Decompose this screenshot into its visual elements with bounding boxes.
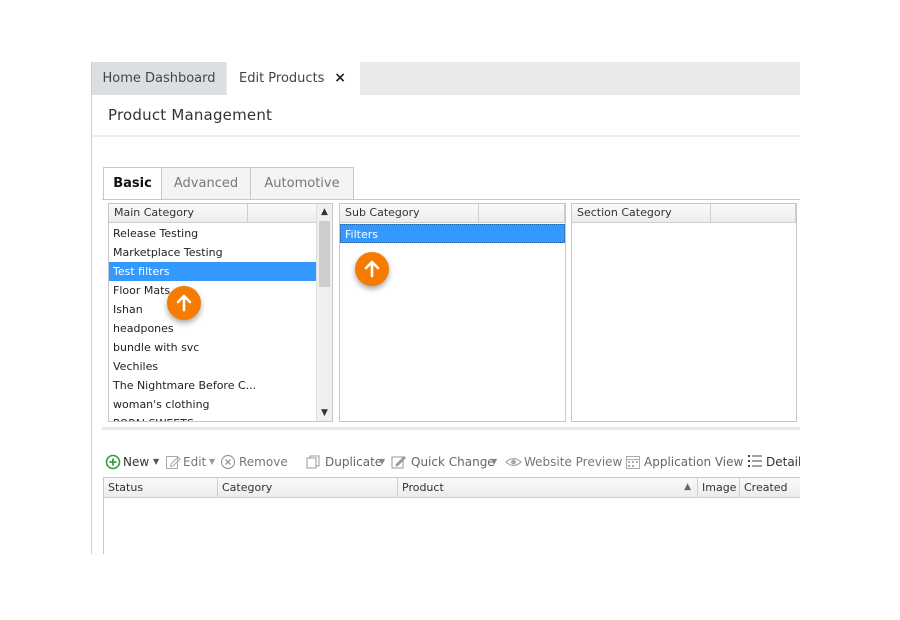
main-category-list[interactable]: Main Category Release Testing Marketplac… — [108, 203, 333, 422]
main-category-scrollbar[interactable]: ▲ ▼ — [316, 204, 332, 421]
list-item[interactable]: Marketplace Testing — [109, 243, 317, 262]
sort-ascending-icon: ▲ — [684, 482, 691, 492]
list-item[interactable]: The Nightmare Before C... — [109, 376, 317, 395]
column-header-created[interactable]: Created — [740, 478, 800, 498]
list-item-selected[interactable]: Test filters — [109, 262, 317, 281]
column-header-category[interactable]: Category — [218, 478, 398, 498]
new-button[interactable]: New ▼ — [105, 452, 163, 472]
list-item[interactable]: Floor Mats — [109, 281, 317, 300]
chevron-down-icon: ▼ — [491, 457, 498, 466]
chevron-down-icon: ▼ — [379, 457, 386, 466]
remove-circle-icon — [220, 454, 236, 470]
list-item[interactable]: bundle with svc — [109, 338, 317, 357]
column-header-blank[interactable] — [711, 204, 796, 223]
tab-edit-products[interactable]: Edit Products × — [227, 62, 360, 95]
column-header-blank[interactable] — [248, 204, 317, 223]
product-grid[interactable]: Status Category Product ▲ Image Created — [103, 477, 800, 554]
sub-category-column-header[interactable]: Sub Category — [340, 204, 479, 223]
chevron-down-icon: ▼ — [209, 457, 216, 466]
list-item[interactable]: Ishan — [109, 300, 317, 319]
edit-button[interactable]: Edit ▼ — [165, 452, 217, 472]
main-category-column-header[interactable]: Main Category — [109, 204, 248, 223]
section-category-list[interactable]: Section Category — [571, 203, 797, 422]
edit-button-label: Edit — [183, 455, 207, 469]
list-item[interactable]: POPAI SWEETS — [109, 414, 317, 421]
quick-change-button[interactable]: Quick Change ▼ — [391, 452, 501, 472]
duplicate-icon — [306, 455, 320, 469]
website-preview-label: Website Preview — [524, 455, 623, 469]
arrow-up-icon[interactable] — [167, 286, 201, 320]
sub-category-list[interactable]: Sub Category Filters — [339, 203, 566, 422]
list-icon — [748, 455, 762, 467]
section-category-header: Section Category — [572, 204, 796, 223]
tab-automotive[interactable]: Automotive — [250, 167, 354, 199]
column-header-product[interactable]: Product ▲ — [398, 478, 698, 498]
eye-icon — [505, 457, 522, 467]
main-category-header: Main Category — [109, 204, 332, 223]
chevron-down-icon: ▼ — [153, 457, 160, 466]
application-view-label: Application View — [644, 455, 744, 469]
plus-circle-icon — [105, 454, 121, 470]
column-header-blank[interactable] — [479, 204, 565, 223]
tab-edit-products-label: Edit Products — [239, 71, 325, 86]
arrow-up-icon[interactable] — [355, 252, 389, 286]
duplicate-button-label: Duplicate — [325, 455, 383, 469]
list-item-selected[interactable]: Filters — [340, 224, 565, 243]
column-header-image[interactable]: Image — [698, 478, 740, 498]
tab-advanced[interactable]: Advanced — [161, 167, 251, 199]
list-item[interactable]: woman's clothing — [109, 395, 317, 414]
list-item[interactable]: Release Testing — [109, 224, 317, 243]
tab-basic[interactable]: Basic — [103, 167, 162, 200]
list-item[interactable]: headpones — [109, 319, 317, 338]
document-tab-strip: Home Dashboard Edit Products × — [92, 62, 800, 95]
close-icon[interactable]: × — [334, 62, 346, 95]
details-button[interactable]: Details — [748, 452, 800, 472]
edit-icon — [166, 456, 181, 469]
sub-category-header: Sub Category — [340, 204, 565, 223]
title-divider — [92, 135, 800, 137]
new-button-label: New — [123, 455, 150, 469]
remove-button-label: Remove — [239, 455, 288, 469]
website-preview-button[interactable]: Website Preview — [505, 452, 622, 472]
section-divider — [102, 427, 800, 430]
quick-change-button-label: Quick Change — [411, 455, 495, 469]
duplicate-button[interactable]: Duplicate ▼ — [305, 452, 385, 472]
details-button-label: Details — [766, 455, 800, 469]
app-window: Home Dashboard Edit Products × Product M… — [91, 62, 800, 554]
column-header-status[interactable]: Status — [104, 478, 218, 498]
section-category-column-header[interactable]: Section Category — [572, 204, 711, 223]
calendar-icon — [626, 456, 640, 469]
scroll-up-icon[interactable]: ▲ — [317, 204, 332, 220]
scroll-thumb[interactable] — [319, 221, 330, 287]
scroll-down-icon[interactable]: ▼ — [317, 405, 332, 421]
application-view-button[interactable]: Application View — [625, 452, 743, 472]
quick-edit-icon — [391, 456, 406, 469]
remove-button[interactable]: Remove — [220, 452, 288, 472]
list-item[interactable]: Vechiles — [109, 357, 317, 376]
tabs-divider — [102, 199, 800, 200]
tab-home-dashboard[interactable]: Home Dashboard — [92, 62, 226, 95]
column-header-product-label: Product — [402, 481, 444, 494]
page-title: Product Management — [108, 106, 273, 124]
